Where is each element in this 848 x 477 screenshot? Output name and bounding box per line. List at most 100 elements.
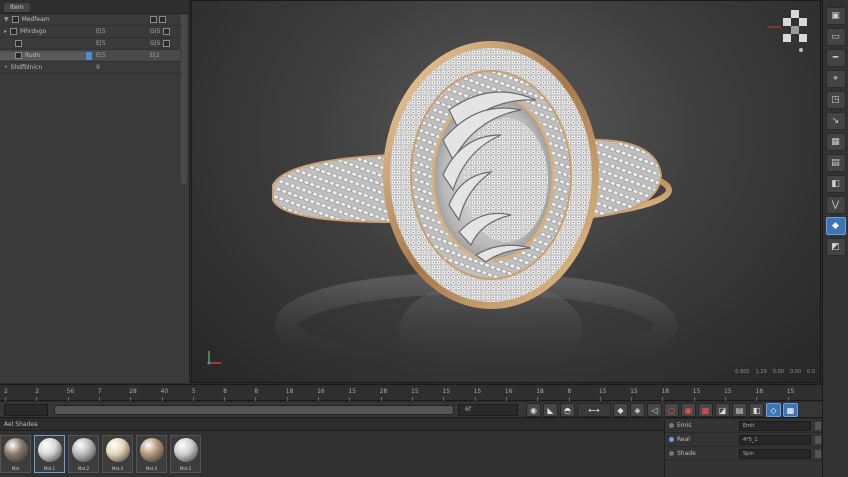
3d-viewport[interactable]: 0.800 1.29 0.00 0.00 0.0 (191, 0, 821, 383)
material-swatch[interactable]: Mat.5 (170, 435, 201, 473)
grid-tool-icon[interactable]: ▦ (825, 133, 846, 151)
timeline-tick-mark (286, 397, 288, 401)
timeline-tick-mark (599, 397, 601, 401)
timeline-tick-label: 15 (598, 388, 607, 395)
transport-bar: 6f ◉ ◣ ◓ ⟷ ◆ ◈ ◁ ○ ▣ ▩ ◪ ▤ ◧ ◇ ▦ (0, 402, 822, 418)
keyframe-icon[interactable]: ◆ (613, 403, 628, 417)
outliner-row-value-b: G|5 (150, 40, 161, 47)
timeline-tick-mark (130, 397, 132, 401)
attribute-end-icon[interactable] (815, 421, 821, 430)
outliner-row-value-a: 9 (96, 64, 100, 71)
object-tool-icon[interactable]: ◳ (825, 91, 846, 109)
point-tool-icon[interactable]: ◧ (825, 175, 846, 193)
channel-dot-icon[interactable] (669, 451, 674, 456)
attribute-label: Shade (677, 450, 696, 457)
render-settings-icon[interactable]: ◧ (749, 403, 764, 417)
timeline-tick-label: 15 (692, 388, 701, 395)
material-swatch[interactable]: Mat.3 (102, 435, 133, 473)
range-end-field[interactable]: 6f (458, 404, 518, 416)
visibility-icon[interactable] (150, 16, 157, 23)
render-icon[interactable]: ◪ (715, 403, 730, 417)
polygon-tool-icon[interactable]: ▤ (825, 154, 846, 172)
attribute-field[interactable]: Spin (739, 448, 811, 459)
outliner-scrollbar[interactable] (181, 14, 187, 184)
material-browser: Ael Shadea Mat Mat.1 Mat.2 Mat.3 Mat.4 Mat.5 (0, 419, 664, 477)
record-icon[interactable]: ◉ (526, 403, 541, 417)
outliner-row[interactable]: ▸ Mhrdvgo E|5 G|5 (0, 26, 180, 38)
material-preview-sphere (140, 438, 164, 462)
attributes-panel: Emis Emit Real 4*5_1 Shade Spin (664, 419, 822, 477)
timeline-tick-label: 15 (724, 388, 732, 395)
channel-dot-icon[interactable] (669, 423, 674, 428)
move-tool-icon[interactable]: ▣ (825, 7, 846, 25)
timeline-tick-mark (255, 397, 257, 401)
channel-dot-icon[interactable] (669, 437, 674, 442)
material-swatch[interactable]: Mat.2 (68, 435, 99, 473)
material-label: Mat.3 (111, 466, 124, 471)
timeline-tick-mark (380, 397, 382, 401)
keyframe-slider[interactable]: ⟷ (577, 403, 611, 417)
timeline-tick-label: 18 (755, 388, 764, 395)
right-toolbar: ▣ ▭ ━ ⌖ ◳ ↘ ▦ ▤ ◧ ⋁ ◆ ◩ (822, 0, 848, 477)
object-icon (10, 28, 18, 35)
sync-icon[interactable]: ▦ (783, 403, 798, 417)
motion-icon[interactable]: ◓ (560, 403, 575, 417)
range-slider[interactable] (54, 405, 454, 415)
attribute-row: Shade Spin (665, 447, 822, 461)
edge-tool-icon[interactable]: ⋁ (825, 196, 846, 214)
attribute-end-icon[interactable] (815, 449, 821, 458)
attribute-field[interactable]: 4*5_1 (739, 434, 811, 445)
snap-icon[interactable]: ◇ (766, 403, 781, 417)
timeline-tick-mark (725, 397, 727, 401)
expand-arrow-icon[interactable]: ▸ (4, 28, 7, 35)
outliner-row[interactable]: • Shdfblnicn 9 (0, 62, 180, 74)
lock-icon[interactable] (159, 16, 166, 23)
line-tool-icon[interactable]: ━ (825, 49, 846, 67)
expand-arrow-icon[interactable]: ▼ (4, 16, 9, 23)
outliner-tab[interactable]: Item (4, 3, 30, 12)
record-red-icon[interactable]: ▣ (681, 403, 696, 417)
material-swatch[interactable]: Mat (0, 435, 31, 473)
outliner-row-value-b: G|5 (150, 28, 161, 35)
material-swatch[interactable]: Mat.4 (136, 435, 167, 473)
timeline-ruler[interactable]: document.write('') 225672840588181615281… (0, 384, 822, 401)
timeline-tick-label: 5 (191, 388, 196, 395)
timeline-tick-mark (318, 397, 320, 401)
outliner-row[interactable]: ▼ Medfeam (0, 14, 180, 26)
sound-icon[interactable]: ◈ (630, 403, 645, 417)
model-tool-icon[interactable]: ◆ (825, 217, 846, 235)
scale-tool-icon[interactable]: ▭ (825, 28, 846, 46)
attribute-end-icon[interactable] (815, 435, 821, 444)
timeline-tick-mark (67, 397, 69, 401)
cursor-tool-icon[interactable]: ⌖ (825, 70, 846, 88)
outliner-list: ▼ Medfeam ▸ Mhrdvgo E|5 G|5 E|5 G|5 Rudn E… (0, 14, 180, 74)
timeline-tick-label: 40 (160, 388, 169, 395)
tag-icon[interactable] (162, 28, 170, 35)
grid-red-icon[interactable]: ▩ (698, 403, 713, 417)
viewport-frame (191, 0, 821, 383)
timeline-tick-mark (631, 397, 633, 401)
timeline-tick-label: 8 (223, 388, 227, 395)
attribute-field[interactable]: Emit (739, 420, 811, 431)
nudge-tool-icon[interactable]: ↘ (825, 112, 846, 130)
material-list: Mat Mat.1 Mat.2 Mat.3 Mat.4 Mat.5 (0, 431, 664, 473)
timeline-tick-label: 8 (567, 388, 572, 395)
outliner-row-value-a: E|5 (96, 40, 106, 47)
current-frame-field[interactable] (4, 404, 48, 416)
outliner-row[interactable]: E|5 G|5 (0, 38, 180, 50)
outliner-row-selected[interactable]: Rudn E|5 E|2 (0, 50, 180, 62)
timeline-tick-label: 18 (536, 388, 544, 395)
timeline-tick-mark (36, 397, 38, 401)
timeline-tick-mark (192, 397, 194, 401)
stop-red-icon[interactable]: ○ (664, 403, 679, 417)
timeline-tick-label: 28 (379, 388, 388, 395)
prev-icon[interactable]: ◁ (647, 403, 662, 417)
key-icon[interactable]: ◣ (543, 403, 558, 417)
tag-icon[interactable] (162, 40, 170, 47)
material-preview-sphere (174, 438, 198, 462)
material-swatch[interactable]: Mat.1 (34, 435, 65, 473)
render-region-icon[interactable]: ▤ (732, 403, 747, 417)
texture-tool-icon[interactable]: ◩ (825, 238, 846, 256)
attribute-row: Real 4*5_1 (665, 433, 822, 447)
timeline-tick-mark (349, 397, 351, 401)
